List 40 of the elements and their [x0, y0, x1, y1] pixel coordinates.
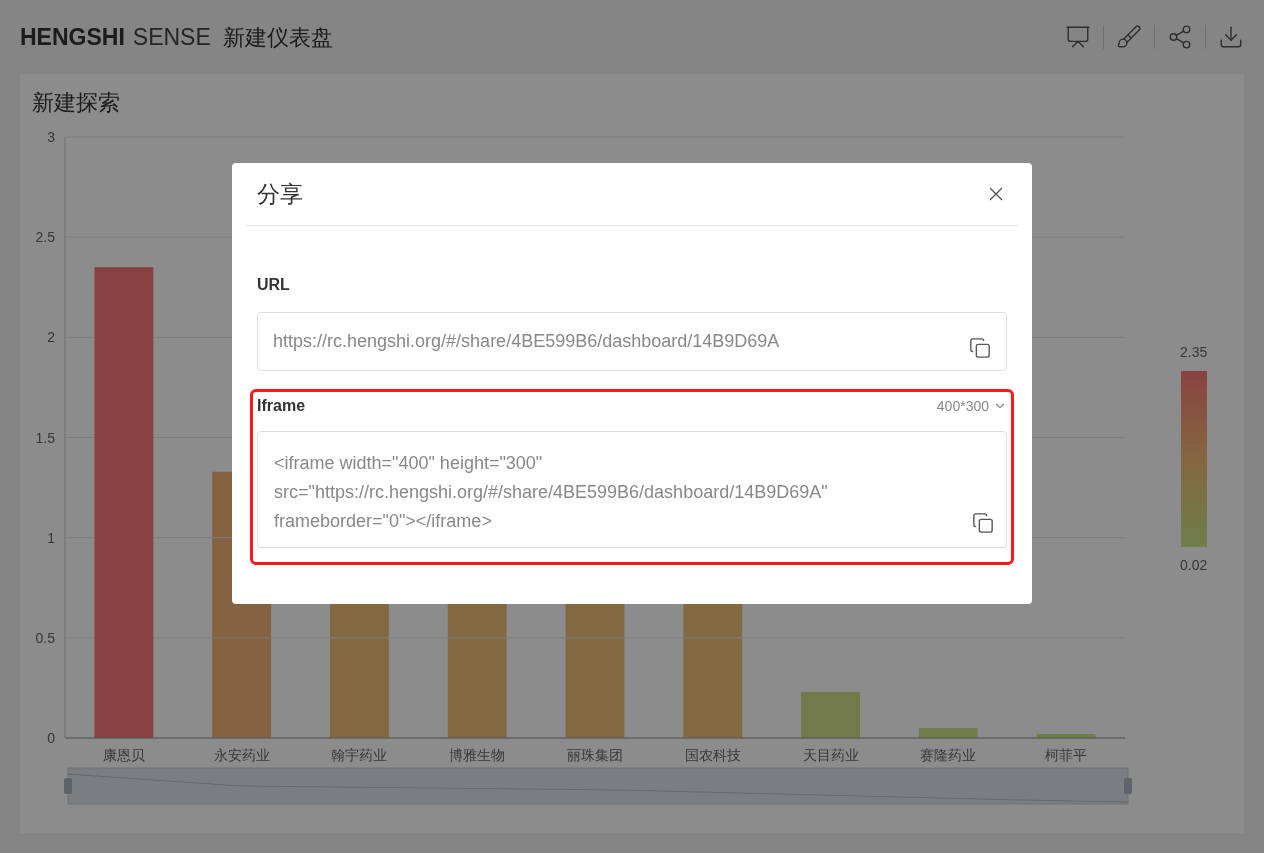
- copy-icon[interactable]: [972, 512, 994, 534]
- axis-tick-label: 0: [47, 730, 55, 746]
- axis-category-label: 康恩贝: [102, 747, 145, 763]
- axis-tick-label: 3: [47, 129, 55, 145]
- share-icon[interactable]: [1167, 24, 1193, 50]
- bar: [918, 728, 978, 738]
- axis-tick-label: 0.5: [35, 629, 55, 646]
- card-title: 新建探索: [32, 89, 120, 117]
- axis-category-label: 天目药业: [802, 747, 859, 763]
- axis-tick-label: 1.5: [35, 429, 55, 446]
- axis-tick-label: 2.5: [35, 229, 55, 246]
- iframe-code-text: <iframe width="400" height="300" src="https://rc.hengshi.org/#/share/4BE599B6/dashboard/14B9D69A" frameborder="0"></iframe>: [274, 452, 829, 533]
- dialog-title: 分享: [257, 179, 303, 209]
- url-label: URL: [257, 275, 290, 295]
- legend-min-label: 0.02: [1180, 556, 1208, 575]
- url-text: https://rc.hengshi.org/#/share/4BE599B6/dashboard/14B9D69A: [273, 330, 780, 353]
- axis-category-label: 翰宇药业: [331, 747, 388, 763]
- axis-category-label: 柯菲平: [1045, 747, 1088, 763]
- bar: [1036, 734, 1096, 738]
- copy-icon[interactable]: [969, 336, 991, 359]
- axis-category-label: 赛隆药业: [920, 747, 977, 763]
- download-icon[interactable]: [1218, 24, 1244, 50]
- axis-category-label: 国农科技: [684, 747, 741, 763]
- iframe-code-field[interactable]: <iframe width="400" height="300" src="https://rc.hengshi.org/#/share/4BE599B6/dashboard/14B9D69A" frameborder="0"></iframe>: [257, 431, 1007, 548]
- range-slider[interactable]: [64, 767, 1132, 805]
- axis-tick-label: 1: [47, 529, 55, 546]
- bar: [801, 691, 860, 738]
- brand-logo: HENGSHI: [20, 22, 125, 52]
- axis-category-label: 博雅生物: [449, 747, 506, 763]
- url-field[interactable]: https://rc.hengshi.org/#/share/4BE599B6/dashboard/14B9D69A: [257, 312, 1007, 371]
- presentation-icon[interactable]: [1065, 24, 1091, 50]
- dashboard-title: 新建仪表盘: [222, 23, 333, 52]
- axis-tick-label: 2: [47, 329, 55, 346]
- brand-logo: SENSE: [132, 22, 211, 52]
- axis-category-label: 永安药业: [213, 747, 270, 763]
- brush-icon[interactable]: [1116, 24, 1142, 50]
- iframe-label: Iframe: [257, 396, 306, 416]
- axis-category-label: 丽珠集团: [567, 747, 623, 763]
- legend-max-label: 2.35: [1180, 343, 1208, 362]
- size-dropdown[interactable]: 400*300: [936, 395, 1007, 417]
